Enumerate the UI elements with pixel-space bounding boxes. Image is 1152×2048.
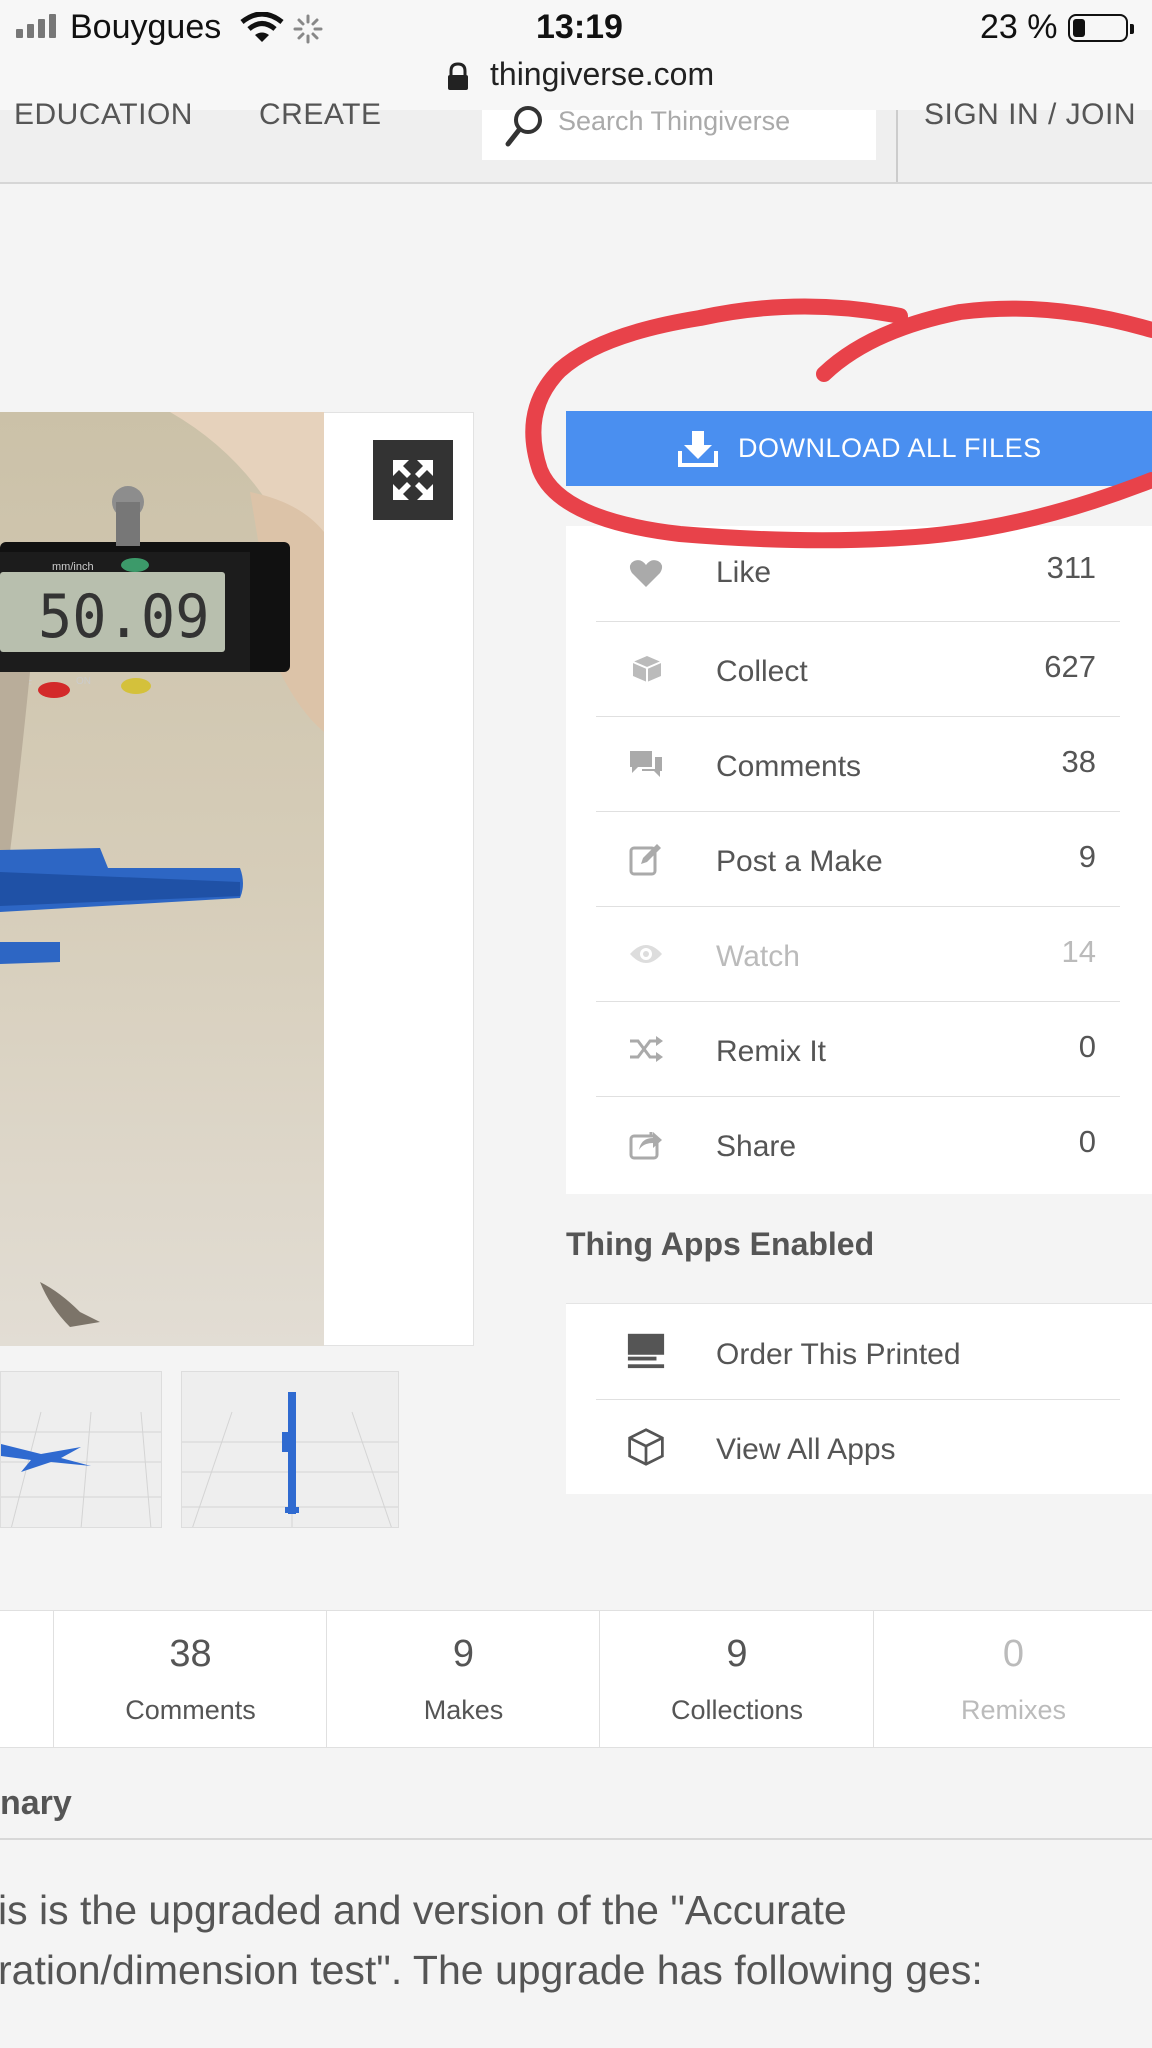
app-view-all[interactable]: View All Apps bbox=[596, 1399, 1120, 1494]
action-count: 14 bbox=[1061, 934, 1096, 969]
address-bar-url[interactable]: thingiverse.com bbox=[490, 56, 714, 93]
nav-education[interactable]: EDUCATION bbox=[14, 98, 193, 132]
stat-label: Comments bbox=[125, 1695, 256, 1725]
share-icon bbox=[626, 1124, 666, 1164]
stats-bar: 38 Comments 9 Makes 9 Collections 0 Remi… bbox=[0, 1610, 1152, 1748]
caliper-on-label: ON bbox=[76, 676, 91, 687]
battery-percent: 23 % bbox=[980, 8, 1058, 46]
search-icon bbox=[505, 106, 542, 147]
stat-number: 9 bbox=[726, 1633, 748, 1675]
battery-icon bbox=[1068, 14, 1134, 42]
clock: 13:19 bbox=[536, 8, 623, 46]
comments-icon bbox=[626, 744, 666, 784]
apps-heading: Thing Apps Enabled bbox=[566, 1226, 875, 1262]
caliper-reading: 50.09 bbox=[38, 582, 210, 652]
action-watch[interactable]: Watch 14 bbox=[596, 906, 1120, 1002]
stat-number: 0 bbox=[1002, 1633, 1025, 1675]
summary-heading: nary bbox=[0, 1784, 72, 1822]
action-share[interactable]: Share 0 bbox=[596, 1096, 1120, 1191]
shuffle-icon bbox=[626, 1029, 666, 1069]
action-label: Post a Make bbox=[716, 845, 883, 878]
search-placeholder: Search Thingiverse bbox=[558, 106, 791, 136]
wifi-icon bbox=[240, 12, 284, 42]
stat-label: Remixes bbox=[960, 1695, 1067, 1725]
summary-text: is is the upgraded and version of the "A… bbox=[0, 1887, 983, 1993]
summary-divider bbox=[0, 1838, 1152, 1840]
apps-panel: Order This Printed View All Apps bbox=[566, 1303, 1152, 1494]
action-count: 0 bbox=[1078, 1124, 1096, 1159]
thumbnail-2[interactable] bbox=[181, 1371, 399, 1528]
expand-icon bbox=[393, 460, 433, 500]
stat-comments[interactable]: 38 Comments bbox=[53, 1611, 327, 1747]
stat-number: 9 bbox=[452, 1633, 475, 1675]
action-count: 9 bbox=[1078, 839, 1096, 874]
printer-icon bbox=[626, 1330, 666, 1370]
collect-icon bbox=[626, 649, 666, 689]
main-photo[interactable]: mm/inch 50.09 OFF ON bbox=[0, 412, 324, 1346]
stat-number: 38 bbox=[169, 1633, 212, 1675]
edit-icon bbox=[626, 839, 666, 879]
action-like[interactable]: Like 311 bbox=[596, 526, 1120, 622]
thumbnail-1[interactable] bbox=[0, 1371, 162, 1528]
nav-divider bbox=[896, 110, 898, 182]
heart-icon bbox=[626, 554, 666, 594]
action-label: Share bbox=[716, 1130, 797, 1163]
app-label: View All Apps bbox=[716, 1433, 896, 1466]
nav-sign-in[interactable]: SIGN IN / JOIN bbox=[924, 98, 1136, 132]
action-collect[interactable]: Collect 627 bbox=[596, 621, 1120, 717]
action-count: 0 bbox=[1078, 1029, 1096, 1064]
action-label: Comments bbox=[716, 750, 862, 783]
action-label: Remix It bbox=[716, 1035, 827, 1068]
caliper-unit: mm/inch bbox=[52, 561, 94, 573]
action-remix[interactable]: Remix It 0 bbox=[596, 1001, 1120, 1097]
eye-icon bbox=[626, 934, 666, 974]
actions-panel: Like 311 Collect 627 Comments 38 Post a … bbox=[566, 526, 1152, 1194]
signal-icon bbox=[16, 14, 56, 38]
action-label: Watch bbox=[716, 940, 800, 973]
action-count: 38 bbox=[1061, 744, 1096, 779]
action-label: Like bbox=[716, 556, 772, 589]
action-comments[interactable]: Comments 38 bbox=[596, 716, 1120, 812]
download-all-files-button[interactable]: DOWNLOAD ALL FILES bbox=[566, 411, 1152, 486]
stat-label: Collections bbox=[670, 1695, 804, 1725]
stat-collections[interactable]: 9 Collections bbox=[599, 1611, 874, 1747]
cube-icon bbox=[626, 1427, 666, 1467]
download-label: DOWNLOAD ALL FILES bbox=[738, 433, 1042, 463]
action-count: 627 bbox=[1044, 649, 1096, 684]
loading-icon bbox=[293, 14, 323, 44]
action-count: 311 bbox=[1046, 550, 1096, 585]
download-icon bbox=[678, 430, 718, 467]
action-post-make[interactable]: Post a Make 9 bbox=[596, 811, 1120, 907]
stat-label: Makes bbox=[423, 1695, 504, 1725]
stat-makes[interactable]: 9 Makes bbox=[326, 1611, 600, 1747]
app-label: Order This Printed bbox=[716, 1338, 961, 1371]
stat-remixes[interactable]: 0 Remixes bbox=[873, 1611, 1152, 1747]
app-order-printed[interactable]: Order This Printed bbox=[596, 1304, 1120, 1400]
expand-button[interactable] bbox=[373, 440, 453, 520]
nav-create[interactable]: CREATE bbox=[259, 98, 381, 132]
carrier-name: Bouygues bbox=[70, 8, 222, 46]
lock-icon bbox=[448, 62, 468, 90]
action-label: Collect bbox=[716, 655, 808, 688]
